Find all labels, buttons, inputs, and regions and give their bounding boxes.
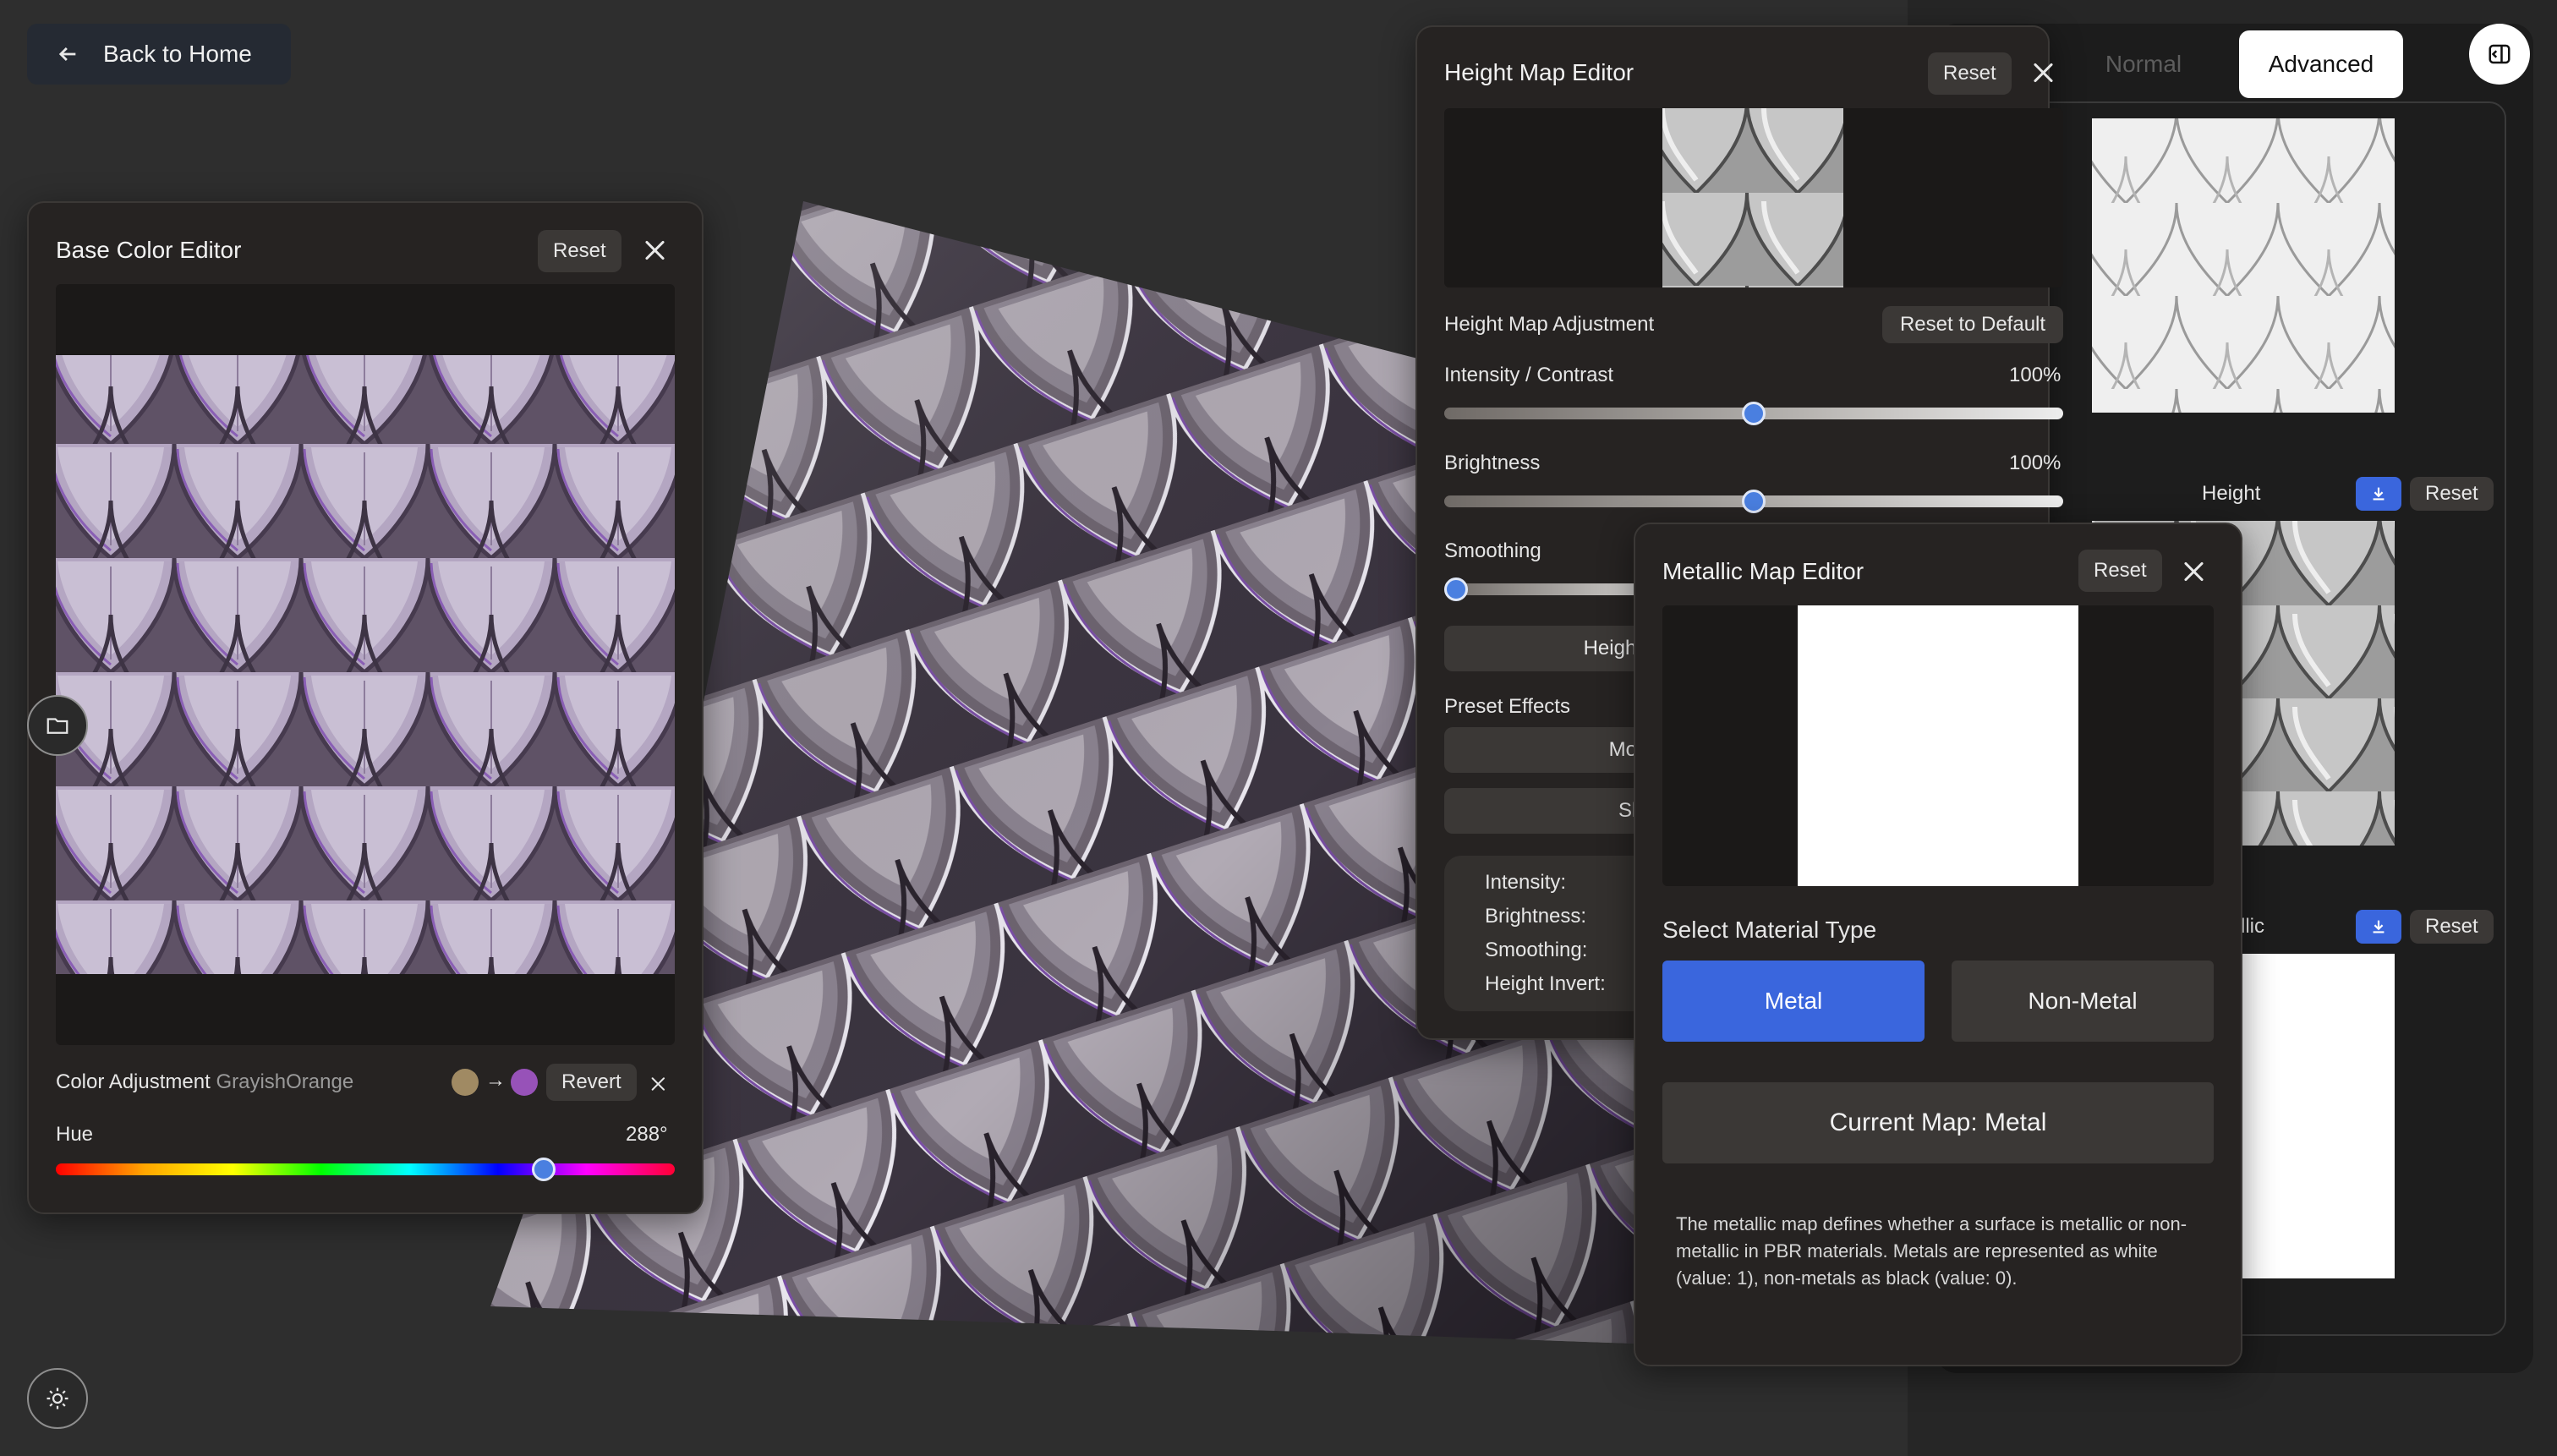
reset-to-default-button[interactable]: Reset to Default (1882, 306, 2063, 343)
hue-label: Hue (56, 1123, 94, 1146)
height-adjustment-label: Height Map Adjustment (1444, 313, 1655, 336)
intensity-slider-thumb[interactable] (1742, 402, 1766, 425)
metallic-editor-reset-button[interactable]: Reset (2078, 550, 2162, 592)
revert-button[interactable]: Revert (546, 1064, 637, 1101)
close-icon[interactable] (647, 1073, 668, 1094)
lighting-button[interactable] (27, 1368, 88, 1429)
brightness-label: Brightness (1444, 452, 1541, 474)
summary-smoothing: Smoothing: (1485, 939, 1588, 961)
close-icon[interactable] (639, 235, 670, 265)
metal-button[interactable]: Metal (1662, 961, 1925, 1042)
select-material-type-label: Select Material Type (1662, 917, 1877, 943)
height-editor-reset-button[interactable]: Reset (1928, 52, 2012, 95)
base-color-reset-button[interactable]: Reset (538, 230, 621, 272)
smoothing-slider-thumb[interactable] (1444, 577, 1468, 601)
non-metal-button[interactable]: Non-Metal (1952, 961, 2214, 1042)
hue-value: 288° (626, 1123, 668, 1146)
back-to-home-label: Back to Home (103, 41, 252, 67)
base-color-editor-title: Base Color Editor (56, 237, 242, 263)
brightness-slider-thumb[interactable] (1742, 490, 1766, 513)
base-color-texture-image (56, 355, 675, 974)
height-preview-image (1662, 108, 1843, 287)
color-name: GrayishOrange (216, 1070, 354, 1093)
metallic-description: The metallic map defines whether a surfa… (1676, 1213, 2187, 1289)
summary-height-invert: Height Invert: (1485, 972, 1606, 995)
color-adjustment-label: Color Adjustment GrayishOrange (56, 1070, 353, 1094)
hue-slider-thumb[interactable] (532, 1158, 556, 1181)
close-icon[interactable] (2178, 556, 2209, 587)
back-to-home-button[interactable]: Back to Home (27, 24, 291, 85)
height-map-editor-title: Height Map Editor (1444, 59, 1634, 85)
current-map-indicator: Current Map: Metal (1662, 1082, 2214, 1163)
arrow-right-icon: → (485, 1069, 506, 1092)
summary-brightness: Brightness: (1485, 905, 1587, 928)
hue-slider-track[interactable] (56, 1163, 675, 1175)
arrow-left-icon (58, 47, 76, 61)
intensity-label: Intensity / Contrast (1444, 364, 1614, 386)
target-color-swatch (511, 1069, 538, 1096)
metallic-map-editor-title: Metallic Map Editor (1662, 558, 1864, 584)
folder-icon (47, 718, 68, 734)
preset-effects-label: Preset Effects (1444, 695, 1570, 718)
sun-icon (47, 1388, 68, 1409)
color-adjustment-text: Color Adjustment (56, 1070, 211, 1093)
close-icon[interactable] (2028, 57, 2058, 88)
smoothing-label: Smoothing (1444, 539, 1541, 562)
metallic-preview-image (1798, 605, 2078, 886)
source-color-swatch (452, 1069, 479, 1096)
brightness-value: 100% (2009, 452, 2061, 474)
folder-button[interactable] (27, 695, 88, 756)
intensity-value: 100% (2009, 364, 2061, 386)
summary-intensity: Intensity: (1485, 871, 1567, 894)
